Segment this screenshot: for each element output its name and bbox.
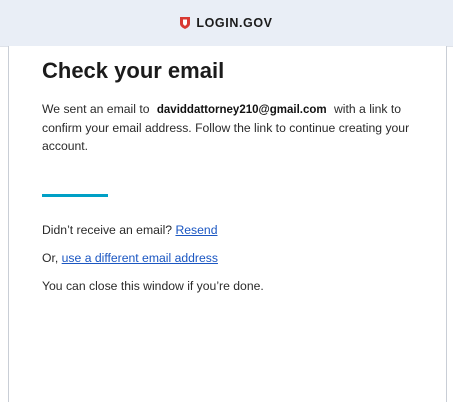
resend-line: Didn’t receive an email? Resend	[42, 223, 432, 237]
resend-link[interactable]: Resend	[175, 223, 217, 237]
close-window-note: You can close this window if you’re done…	[42, 279, 264, 293]
email-address: daviddattorney210@gmail.com	[156, 104, 327, 116]
page-title: Check your email	[42, 58, 225, 83]
confirmation-message: We sent an email to daviddattorney210@gm…	[42, 100, 432, 155]
brand-logo[interactable]: LOGIN.GOV	[180, 16, 272, 30]
resend-prompt: Didn’t receive an email?	[42, 223, 173, 237]
accent-divider	[42, 194, 108, 197]
alternate-prefix: Or,	[42, 251, 59, 265]
use-different-email-link[interactable]: use a different email address	[62, 251, 218, 265]
message-prefix: We sent an email to	[42, 102, 150, 116]
page-frame: LOGIN.GOV Check your email We sent an em…	[0, 0, 453, 402]
shield-icon	[180, 17, 191, 29]
brand-name: LOGIN.GOV	[196, 16, 273, 30]
main-content: Check your email We sent an email to dav…	[42, 58, 432, 307]
site-header: LOGIN.GOV	[0, 0, 453, 47]
alternate-email-line: Or, use a different email address	[42, 251, 432, 265]
